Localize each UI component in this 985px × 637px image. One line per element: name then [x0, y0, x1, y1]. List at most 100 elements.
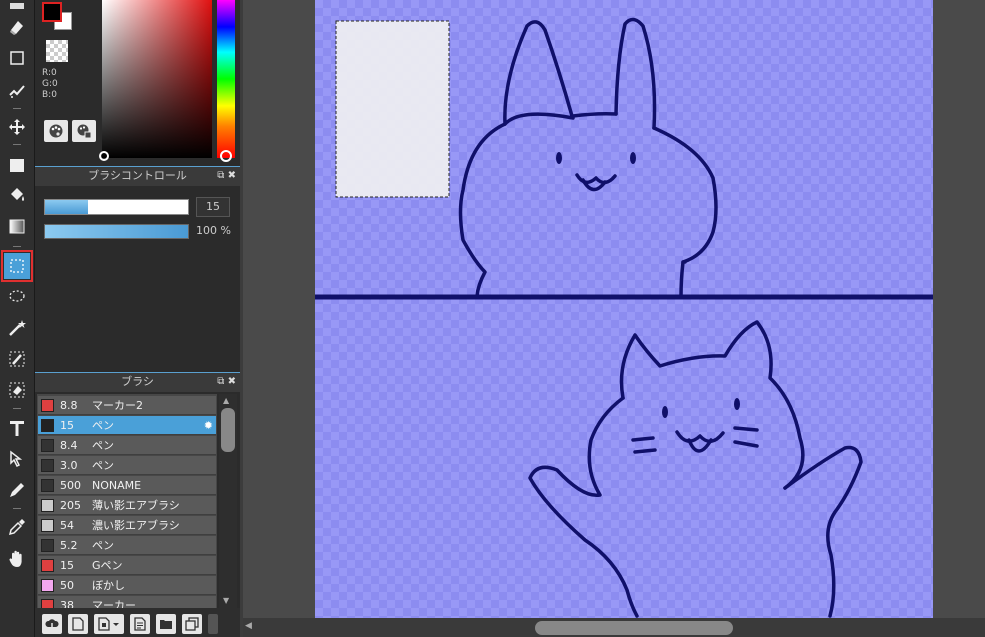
- brush-name: Gペン: [92, 559, 123, 572]
- brush-name: ペン: [92, 439, 114, 452]
- brush-item[interactable]: 50 ぼかし: [38, 576, 216, 595]
- eyedropper-icon: [8, 519, 25, 536]
- brush-name: ペン: [92, 419, 114, 432]
- hue-slider[interactable]: [217, 0, 235, 158]
- brush-item[interactable]: 8.8 マーカー2: [38, 396, 216, 415]
- brush-copy-button[interactable]: [182, 614, 202, 634]
- brush-size: 15: [60, 418, 74, 432]
- gradient-tool-button[interactable]: [4, 213, 30, 239]
- color-picker-cursor[interactable]: [99, 151, 109, 161]
- brush-item[interactable]: 54 濃い影エアブラシ: [38, 516, 216, 535]
- b-value: B:0: [42, 90, 57, 100]
- brush-item[interactable]: 500 NONAME: [38, 476, 216, 495]
- close-icon[interactable]: ✖: [228, 376, 236, 387]
- brush-color-swatch: [41, 498, 54, 512]
- cloud-icon: [45, 619, 59, 629]
- pen-icon: [10, 3, 24, 9]
- hand-icon: [9, 550, 22, 567]
- document-icon: [134, 617, 146, 631]
- undock-icon[interactable]: ⧉: [217, 376, 224, 387]
- brush-name: ペン: [92, 539, 114, 552]
- color-picker-square[interactable]: [102, 0, 212, 158]
- rect-select-tool-button[interactable]: [1, 250, 33, 282]
- new-brush-button[interactable]: [68, 614, 88, 634]
- horizontal-scroll-thumb[interactable]: [535, 621, 733, 635]
- brush-size: 5.2: [60, 538, 78, 552]
- cat-eye-left: [662, 406, 668, 418]
- brush-control-title: ブラシコントロール: [88, 169, 187, 182]
- bucket-tool-button[interactable]: [4, 182, 30, 208]
- rabbit-drawing: [458, 17, 718, 298]
- fill-rect-tool-button[interactable]: [4, 152, 30, 178]
- brush-item[interactable]: 5.2 ペン: [38, 536, 216, 555]
- brush-item-selected[interactable]: 15 ペン ✹: [38, 416, 216, 435]
- brush-list-scrollbar[interactable]: ▲ ▼: [219, 394, 237, 608]
- select-eraser-icon: [9, 382, 25, 398]
- brush-item[interactable]: 8.4 ペン: [38, 436, 216, 455]
- brush-size: 50: [60, 578, 74, 592]
- brush-delete-button[interactable]: [208, 614, 218, 634]
- folder-icon: [160, 620, 172, 629]
- select-eraser-tool-button[interactable]: [4, 377, 30, 403]
- artwork: [315, 17, 933, 618]
- brush-type-dropdown[interactable]: [94, 614, 124, 634]
- brush-size-value[interactable]: 15: [196, 197, 230, 217]
- brush-item[interactable]: 38 マーカー: [38, 596, 216, 608]
- scroll-left-icon[interactable]: ◀: [245, 621, 252, 631]
- palette-edit-icon: [77, 124, 92, 139]
- brush-settings-gear-icon[interactable]: ✹: [204, 419, 213, 432]
- add-brush-button[interactable]: [42, 614, 62, 634]
- magic-wand-tool-button[interactable]: [4, 315, 30, 341]
- text-icon: [10, 421, 24, 436]
- brush-item[interactable]: 205 薄い影エアブラシ: [38, 496, 216, 515]
- select-pen-icon: [9, 351, 25, 367]
- brush-folder-button[interactable]: [156, 614, 176, 634]
- canvas-page[interactable]: [315, 0, 933, 618]
- cat-eye-right: [734, 398, 740, 410]
- brush-color-swatch: [41, 558, 54, 572]
- palette-edit-button[interactable]: [72, 120, 96, 142]
- foreground-color-swatch-front[interactable]: [42, 2, 62, 22]
- brush-control-header: ブラシコントロール ⧉ ✖: [35, 166, 240, 186]
- operation-icon: [10, 450, 23, 468]
- brush-item[interactable]: 3.0 ペン: [38, 456, 216, 475]
- dot-brush-tool-button[interactable]: [4, 78, 30, 104]
- brush-settings-button[interactable]: [130, 614, 150, 634]
- eraser-tool-button[interactable]: [4, 14, 30, 40]
- brush-size-slider[interactable]: [44, 199, 189, 215]
- rgb-readout: R:0 G:0 B:0: [42, 68, 58, 101]
- brush-color-swatch: [41, 438, 54, 452]
- pen-tool-button-2[interactable]: [4, 477, 30, 503]
- move-tool-button[interactable]: [4, 114, 30, 140]
- hand-tool-button[interactable]: [4, 546, 30, 572]
- tool-bar: [0, 0, 35, 637]
- brush-opacity-slider[interactable]: [44, 224, 189, 239]
- brush-size: 500: [60, 478, 81, 492]
- select-pen-tool-button[interactable]: [4, 346, 30, 372]
- brush-size: 54: [60, 518, 74, 532]
- eyedropper-tool-button[interactable]: [4, 514, 30, 540]
- palette-icon: [49, 124, 63, 138]
- brush-type-icon: [98, 617, 119, 631]
- selection-fill: [336, 21, 449, 197]
- undock-icon[interactable]: ⧉: [217, 170, 224, 181]
- close-icon[interactable]: ✖: [228, 170, 236, 181]
- rectangle-tool-button[interactable]: [4, 45, 30, 71]
- brush-name: ペン: [92, 459, 114, 472]
- hue-slider-handle[interactable]: [220, 150, 232, 162]
- new-page-icon: [72, 617, 84, 631]
- brush-item[interactable]: 15 Gペン: [38, 556, 216, 575]
- brush-name: 濃い影エアブラシ: [92, 519, 180, 532]
- scroll-down-icon[interactable]: ▼: [223, 596, 229, 605]
- lasso-tool-button[interactable]: [4, 284, 30, 310]
- operation-tool-button[interactable]: [4, 446, 30, 472]
- palette-button[interactable]: [44, 120, 68, 142]
- scroll-up-icon[interactable]: ▲: [223, 396, 229, 405]
- brush-color-swatch: [41, 538, 54, 552]
- text-tool-button[interactable]: [4, 415, 30, 441]
- transparent-color-swatch[interactable]: [46, 40, 68, 62]
- horizontal-scrollbar[interactable]: ◀: [243, 618, 985, 637]
- eraser-icon: [10, 21, 23, 35]
- scroll-thumb[interactable]: [221, 408, 235, 452]
- rectangle-icon: [10, 51, 24, 65]
